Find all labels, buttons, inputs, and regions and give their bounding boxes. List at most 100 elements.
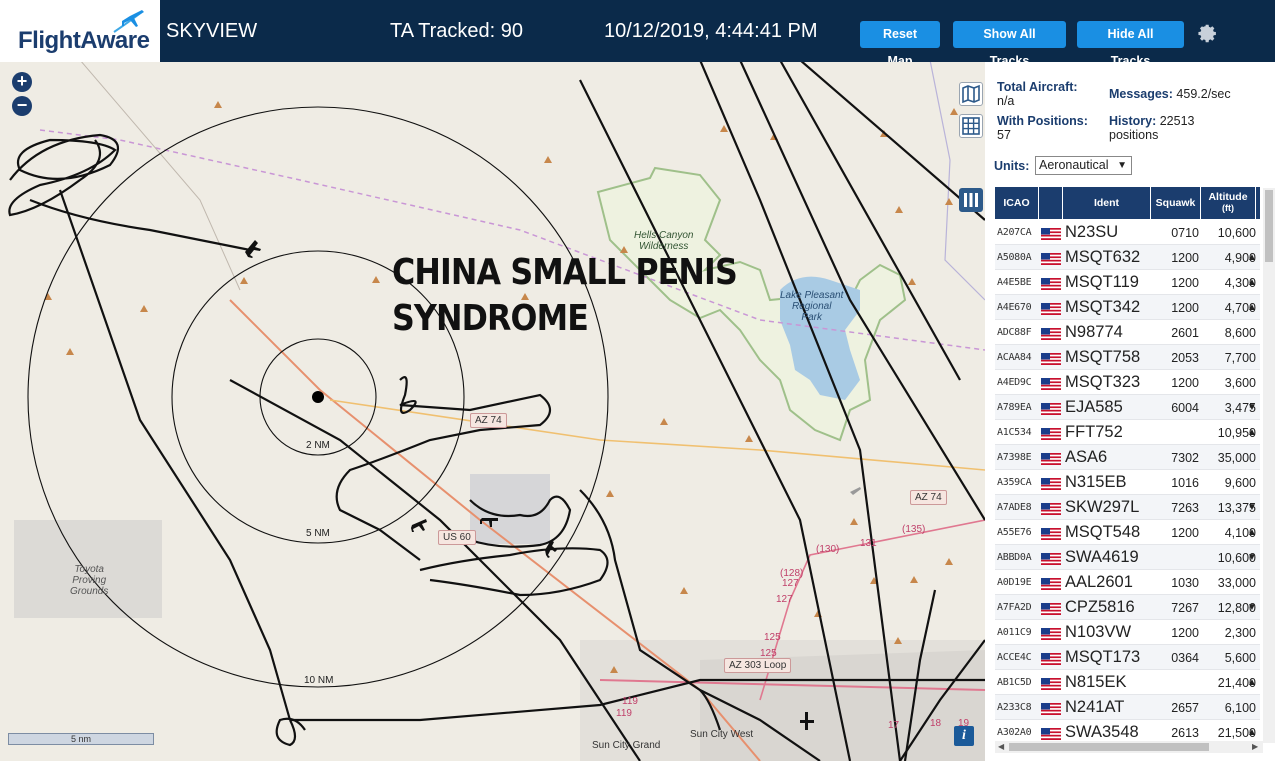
table-row[interactable]: A7398E ASA6 7302 35,000 xyxy=(995,445,1260,470)
row-icao: A1C534 xyxy=(997,427,1032,438)
column-ident[interactable]: Ident xyxy=(1063,187,1151,219)
lake-label-line3: Park xyxy=(801,312,822,323)
table-row[interactable]: A4E670 MSQT342 1200 4,700 ▲ xyxy=(995,295,1260,320)
table-row[interactable]: ACAA84 MSQT758 2053 7,700 xyxy=(995,345,1260,370)
table-row[interactable]: A5080A MSQT632 1200 4,900 ▲ xyxy=(995,245,1260,270)
gear-icon[interactable] xyxy=(1194,20,1220,46)
row-altitude: 5,600 xyxy=(1224,651,1256,665)
table-row[interactable]: ABBD0A SWA4619 10,600 ▼ xyxy=(995,545,1260,570)
table-row[interactable]: A55E76 MSQT548 1200 4,100 ▲ xyxy=(995,520,1260,545)
table-row[interactable]: A7FA2D CPZ5816 7267 12,800 ▼ xyxy=(995,595,1260,620)
row-icao: ACAA84 xyxy=(997,352,1032,363)
road-135-label: (135) xyxy=(902,524,926,535)
road-125a-label: 125 xyxy=(764,632,781,643)
table-row[interactable]: A0D19E AAL2601 1030 33,000 xyxy=(995,570,1260,595)
az74-road xyxy=(329,399,985,471)
horizontal-scroll-thumb[interactable] xyxy=(1009,743,1209,751)
row-squawk: 1200 xyxy=(1171,251,1199,265)
row-squawk: 2613 xyxy=(1171,726,1199,740)
road-127b-label: 127 xyxy=(776,594,793,605)
total-aircraft-label: Total Aircraft: xyxy=(997,80,1078,94)
map-layer-button[interactable] xyxy=(959,82,983,106)
map-view[interactable]: CHINA SMALL PENIS SYNDROME 2 NM 5 NM 10 … xyxy=(0,62,985,761)
row-altitude-trend: ▼ xyxy=(1247,502,1257,513)
row-icao: ADC88F xyxy=(997,327,1032,338)
row-icao: A7FA2D xyxy=(997,602,1032,613)
us-flag-icon xyxy=(1041,227,1061,240)
units-select[interactable]: Aeronautical ▼ xyxy=(1035,156,1132,175)
zoom-out-button[interactable]: − xyxy=(12,96,32,116)
ring-label-2nm: 2 NM xyxy=(306,440,330,451)
row-icao: A789EA xyxy=(997,402,1032,413)
us-flag-icon xyxy=(1041,677,1061,690)
scroll-right-icon[interactable]: ▶ xyxy=(1252,742,1258,751)
grid-icon xyxy=(962,117,980,135)
show-all-tracks-button[interactable]: Show All Tracks xyxy=(953,21,1066,68)
grid-toggle-button[interactable] xyxy=(959,114,983,138)
table-row[interactable]: ADC88F N98774 2601 8,600 xyxy=(995,320,1260,345)
table-header: ICAO Ident Squawk Altitude (ft) xyxy=(995,187,1260,219)
row-icao: ABBD0A xyxy=(997,552,1032,563)
column-flag[interactable] xyxy=(1039,187,1063,219)
minor-road xyxy=(81,62,241,291)
column-squawk[interactable]: Squawk xyxy=(1151,187,1201,219)
reset-map-button[interactable]: Reset Map xyxy=(860,21,940,68)
road-18-label: 18 xyxy=(930,718,942,729)
table-row[interactable]: A1C534 FFT752 10,950 ▲ xyxy=(995,420,1260,445)
column-extra xyxy=(1256,187,1260,219)
positions-value: 57 xyxy=(997,128,1011,142)
row-icao: A4E5BE xyxy=(997,277,1032,288)
us-flag-icon xyxy=(1041,477,1061,490)
row-ident: MSQT173 xyxy=(1065,648,1141,666)
row-altitude: 7,700 xyxy=(1224,351,1256,365)
info-button[interactable]: i xyxy=(954,726,974,746)
table-row[interactable]: A207CA N23SU 0710 10,600 xyxy=(995,220,1260,245)
table-row[interactable]: A4E5BE MSQT119 1200 4,300 ▲ xyxy=(995,270,1260,295)
hells-canyon-line2: Wilderness xyxy=(639,241,689,252)
us-flag-icon xyxy=(1041,427,1061,440)
road-119b-label: 119 xyxy=(616,708,632,719)
table-row[interactable]: A4ED9C MSQT323 1200 3,600 xyxy=(995,370,1260,395)
altitude-header-line2: (ft) xyxy=(1222,203,1234,213)
units-selected-value: Aeronautical xyxy=(1039,158,1109,172)
row-altitude: 10,600 xyxy=(1217,226,1256,240)
road-130-label: (130) xyxy=(816,544,840,555)
table-row[interactable]: A011C9 N103VW 1200 2,300 xyxy=(995,620,1260,645)
row-icao: A4E670 xyxy=(997,302,1032,313)
row-squawk: 1200 xyxy=(1171,376,1199,390)
row-ident: MSQT119 xyxy=(1065,273,1139,291)
row-ident: N241AT xyxy=(1065,698,1125,716)
table-row[interactable]: A359CA N315EB 1016 9,600 xyxy=(995,470,1260,495)
aircraft-marker-grey xyxy=(850,487,861,495)
row-ident: EJA585 xyxy=(1065,398,1123,416)
row-ident: MSQT632 xyxy=(1065,248,1141,266)
row-icao: A011C9 xyxy=(997,627,1032,638)
hwy-az303: AZ 303 Loop xyxy=(724,658,792,673)
table-row[interactable]: A233C8 N241AT 2657 6,100 xyxy=(995,695,1260,720)
us-flag-icon xyxy=(1041,627,1061,640)
total-aircraft-value: n/a xyxy=(997,94,1015,108)
table-horizontal-scrollbar[interactable]: ◀ ▶ xyxy=(995,741,1263,753)
positions-stat: With Positions: 57 xyxy=(997,114,1088,142)
scroll-left-icon[interactable]: ◀ xyxy=(998,742,1004,751)
vertical-scroll-thumb[interactable] xyxy=(1265,190,1273,262)
column-altitude[interactable]: Altitude (ft) xyxy=(1201,187,1256,219)
zoom-in-button[interactable]: + xyxy=(12,72,32,92)
table-row[interactable]: AB1C5D N815EK 21,400 ▲ xyxy=(995,670,1260,695)
table-row[interactable]: ACCE4C MSQT173 0364 5,600 xyxy=(995,645,1260,670)
overlay-line-2: SYNDROME xyxy=(392,298,589,339)
table-vertical-scrollbar[interactable] xyxy=(1263,188,1275,743)
us-flag-icon xyxy=(1041,577,1061,590)
flightaware-logo[interactable]: FlightAware xyxy=(0,0,160,62)
column-icao[interactable]: ICAO xyxy=(995,187,1039,219)
table-row[interactable]: A7ADE8 SKW297L 7263 13,375 ▼ xyxy=(995,495,1260,520)
row-altitude-trend: ▲ xyxy=(1247,727,1257,738)
row-ident: N103VW xyxy=(1065,623,1132,641)
hide-all-tracks-button[interactable]: Hide All Tracks xyxy=(1077,21,1184,68)
table-row[interactable]: A789EA EJA585 6004 3,475 ▼ xyxy=(995,395,1260,420)
column-picker-button[interactable] xyxy=(959,188,983,212)
sun-city-west-label: Sun City West xyxy=(690,729,754,740)
us-flag-icon xyxy=(1041,352,1061,365)
row-altitude-trend: ▲ xyxy=(1247,527,1257,538)
us-flag-icon xyxy=(1041,252,1061,265)
